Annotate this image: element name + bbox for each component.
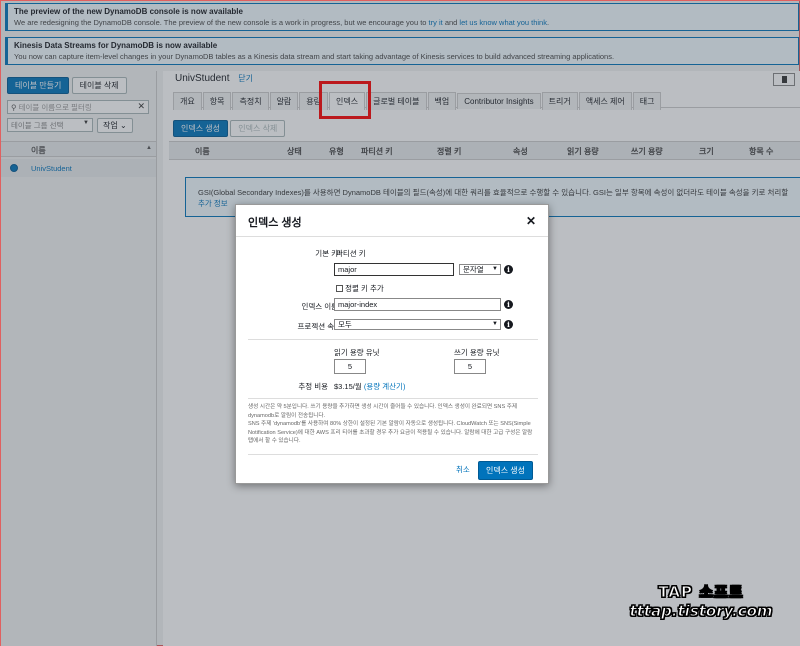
- dialog-title: 인덱스 생성: [248, 217, 302, 229]
- partition-key-label: 파티션 키: [336, 249, 366, 258]
- capacity-calculator-link[interactable]: (용량 계산기): [364, 382, 406, 391]
- watermark: TAP 소프트 tttap.tistory.com: [613, 581, 789, 621]
- cancel-button[interactable]: 취소: [456, 464, 470, 475]
- read-capacity-label: 읽기 용량 유닛: [334, 348, 380, 357]
- create-index-dialog: 인덱스 생성 ✕ 기본 키* 파티션 키 major 문자열 ▼ i 정렬 키 …: [235, 204, 549, 484]
- info-icon[interactable]: i: [504, 265, 513, 274]
- watermark-line1: TAP 소프트: [658, 583, 744, 602]
- info-icon[interactable]: i: [504, 320, 513, 329]
- primary-key-label: 기본 키*: [315, 249, 341, 258]
- divider: [248, 339, 538, 340]
- read-capacity-input[interactable]: 5: [334, 359, 366, 374]
- sort-key-checkbox[interactable]: [336, 285, 343, 292]
- key-type-select[interactable]: 문자열 ▼: [459, 264, 501, 275]
- info-icon[interactable]: i: [504, 300, 513, 309]
- projection-label: 프로젝션 속성: [297, 322, 341, 331]
- add-sort-key[interactable]: 정렬 키 추가: [336, 283, 384, 294]
- index-name-input[interactable]: major-index: [334, 298, 501, 311]
- submit-create-index-button[interactable]: 인덱스 생성: [478, 461, 534, 480]
- chevron-down-icon: ▼: [492, 321, 498, 327]
- estimated-cost-label: 추정 비용: [298, 382, 328, 391]
- divider: [248, 454, 538, 455]
- write-capacity-label: 쓰기 용량 유닛: [454, 348, 500, 357]
- watermark-line2: tttap.tistory.com: [629, 602, 773, 621]
- write-capacity-input[interactable]: 5: [454, 359, 486, 374]
- chevron-down-icon: ▼: [492, 266, 498, 272]
- partition-key-input[interactable]: major: [334, 263, 454, 276]
- estimated-cost-value: $3.15/월: [334, 382, 362, 391]
- notice-alarm: SNS 주제 'dynamodb'를 사용하여 80% 상한이 설정된 기본 알…: [248, 421, 533, 444]
- dialog-header: 인덱스 생성 ✕: [236, 205, 548, 237]
- projection-select[interactable]: 모두 ▼: [334, 319, 501, 330]
- index-name-label: 인덱스 이름*: [301, 302, 341, 311]
- notice-text: 생성 시간은 약 5분입니다. 쓰기 용량을 추가하면 생성 시간이 줄어들 수…: [248, 403, 538, 446]
- divider: [248, 398, 538, 399]
- close-icon[interactable]: ✕: [526, 214, 536, 228]
- notice-creation-time: 생성 시간은 약 5분입니다. 쓰기 용량을 추가하면 생성 시간이 줄어들 수…: [248, 404, 518, 419]
